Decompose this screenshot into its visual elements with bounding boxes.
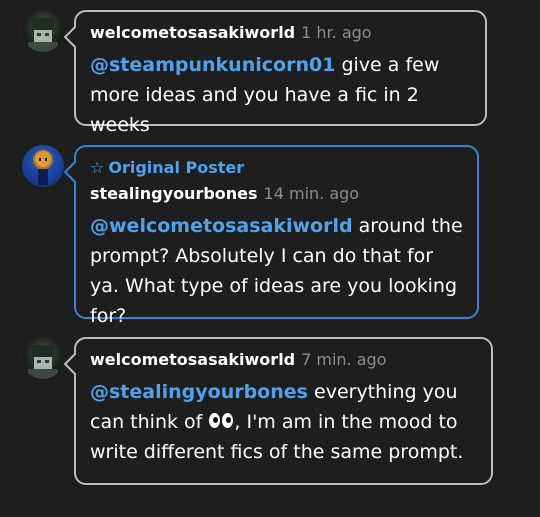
comment-text: @steampunkunicorn01 give a few more idea…: [90, 50, 471, 140]
avatar[interactable]: [22, 145, 64, 187]
star-outline-icon: ☆: [90, 158, 105, 177]
timestamp: 7 min. ago: [301, 350, 387, 369]
timestamp: 14 min. ago: [263, 184, 360, 203]
mention-link[interactable]: @welcometosasakiworld: [90, 215, 353, 237]
avatar[interactable]: [22, 10, 64, 52]
comment-bubble: welcometosasakiworld 7 min. ago @stealing…: [74, 337, 493, 485]
mention-link[interactable]: @steampunkunicorn01: [90, 54, 335, 76]
timestamp: 1 hr. ago: [301, 23, 372, 42]
username[interactable]: stealingyourbones: [90, 184, 258, 203]
avatar[interactable]: [22, 337, 64, 379]
comment-bubble: welcometosasakiworld 1 hr. ago @steampunk…: [74, 10, 487, 136]
user-avatar-icon: [35, 151, 51, 185]
comment-meta: welcometosasakiworld 1 hr. ago: [90, 22, 471, 44]
original-poster-badge: ☆ Original Poster: [90, 157, 463, 179]
comment-meta: stealingyourbones 14 min. ago: [90, 183, 463, 205]
comment-text: @stealingyourbones everything you can th…: [90, 377, 477, 467]
comment-meta: welcometosasakiworld 7 min. ago: [90, 349, 477, 371]
mention-link[interactable]: @stealingyourbones: [90, 381, 308, 403]
op-badge-label: Original Poster: [108, 158, 245, 177]
comment-text: @welcometosasakiworld around the prompt?…: [90, 211, 463, 331]
username[interactable]: welcometosasakiworld: [90, 350, 295, 369]
comment-bubble-op: ☆ Original Poster stealingyourbones 14 min…: [74, 145, 479, 327]
user-avatar-icon: [28, 18, 58, 52]
eyes-emoji-icon: [208, 413, 234, 429]
user-avatar-icon: [28, 345, 58, 379]
username[interactable]: welcometosasakiworld: [90, 23, 295, 42]
